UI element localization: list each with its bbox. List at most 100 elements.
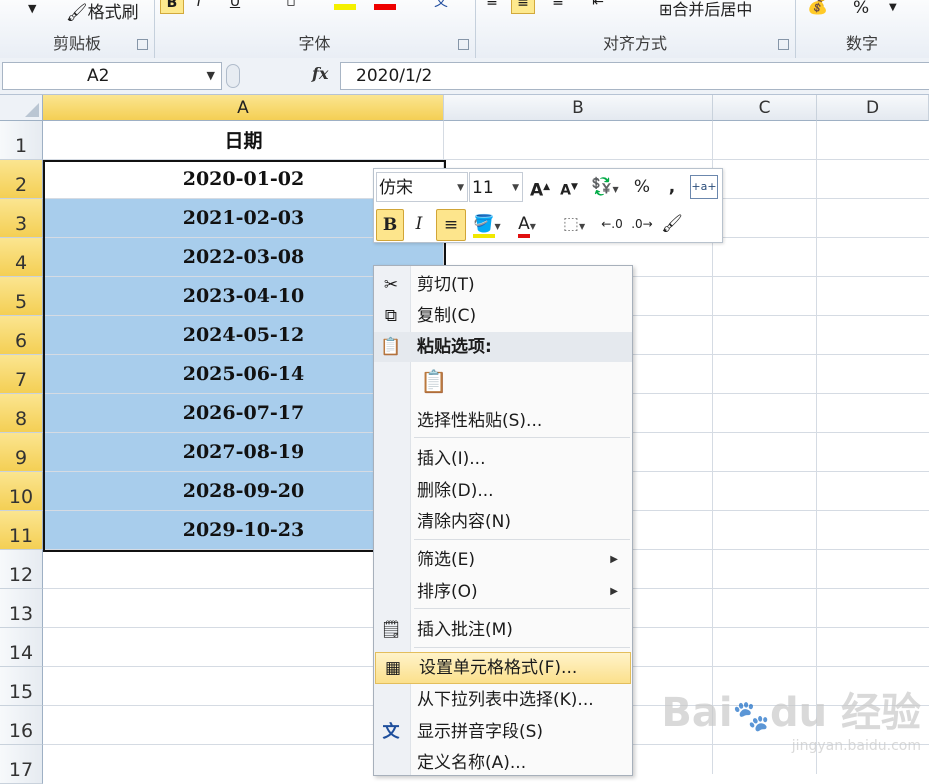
menu-item-insert[interactable]: 插入(I)...	[374, 444, 632, 474]
alignment-launcher-icon[interactable]	[778, 39, 789, 50]
row-number: 9	[14, 447, 28, 469]
row-number: 8	[14, 408, 28, 430]
comma-style-button[interactable]: ,	[664, 172, 680, 202]
row-number: 13	[8, 603, 34, 625]
merge-center-icon[interactable]: +a+	[690, 175, 718, 199]
mini-font-name: 仿宋	[379, 178, 413, 198]
row-header[interactable]: 3	[0, 199, 43, 238]
percent-button[interactable]: %	[632, 172, 652, 202]
row-header[interactable]: 1	[0, 121, 43, 160]
clipboard-icon: 📋	[380, 337, 402, 357]
alignment-group: ≡ ≡ ≡ ⇤ ⊞合并后居中 对齐方式	[475, 0, 796, 58]
formula-input[interactable]: 2020/1/2	[340, 62, 929, 90]
row-header[interactable]: 6	[0, 316, 43, 355]
column-header-a[interactable]: A	[43, 95, 444, 121]
format-painter-button[interactable]: 🖌格式刷	[66, 0, 139, 23]
cell-a1-header[interactable]: 日期	[44, 122, 443, 160]
row-header[interactable]: 12	[0, 550, 43, 589]
phonetic-wen-icon: 文	[382, 722, 400, 742]
format-painter-icon[interactable]: 🖌	[660, 209, 684, 239]
select-all-button[interactable]	[0, 95, 43, 121]
submenu-arrow-icon: ▶	[610, 554, 618, 565]
font-group: B I U ▫ 文 字体	[154, 0, 476, 58]
column-header-d[interactable]: D	[817, 95, 929, 121]
number-format-dropdown-icon[interactable]: ▼	[889, 2, 897, 13]
row-header[interactable]: 17	[0, 745, 43, 784]
context-menu: ✂ 剪切(T) ⧉ 复制(C) 📋 粘贴选项: 📋 选择性粘贴(S)... 插入…	[373, 265, 633, 776]
mini-font-name-box[interactable]: 仿宋 ▼	[376, 172, 468, 202]
menu-item-clear-contents[interactable]: 清除内容(N)	[374, 507, 632, 537]
row-header[interactable]: 8	[0, 394, 43, 433]
merge-icon: ⊞	[659, 0, 673, 19]
decrease-decimal-icon[interactable]: .0→	[630, 209, 654, 239]
bold-button[interactable]: B	[160, 0, 184, 14]
menu-item-insert-comment[interactable]: 🗒 插入批注(M)	[374, 615, 632, 645]
font-color-icon[interactable]	[374, 4, 396, 10]
row-header[interactable]: 5	[0, 277, 43, 316]
paste-option-button[interactable]: 📋	[374, 366, 632, 402]
underline-button[interactable]: U	[224, 0, 246, 12]
chevron-down-icon[interactable]: ▼	[457, 173, 464, 203]
merge-center-button[interactable]: ⊞合并后居中	[659, 0, 752, 20]
chevron-down-icon[interactable]: ▼	[512, 173, 519, 203]
row-number: 4	[14, 252, 28, 274]
align-right-icon[interactable]: ≡	[547, 0, 569, 12]
menu-item-pick-from-list[interactable]: 从下拉列表中选择(K)...	[374, 685, 632, 715]
accounting-format-icon[interactable]: 💱▼	[588, 172, 622, 202]
percent-style-button[interactable]: %	[853, 0, 869, 18]
row-number: 11	[8, 525, 34, 547]
indent-icon[interactable]: ⇤	[587, 0, 609, 12]
mini-center-align-icon[interactable]: ≡	[436, 209, 466, 241]
row-header[interactable]: 16	[0, 706, 43, 745]
menu-item-filter[interactable]: 筛选(E) ▶	[374, 545, 632, 575]
menu-item-format-cells[interactable]: ▦ 设置单元格格式(F)...	[375, 652, 631, 684]
row-header[interactable]: 15	[0, 667, 43, 706]
mini-italic-button[interactable]: I	[408, 209, 430, 239]
row-header[interactable]: 10	[0, 472, 43, 511]
menu-item-paste-special[interactable]: 选择性粘贴(S)...	[374, 406, 632, 436]
align-left-icon[interactable]: ≡	[481, 0, 503, 12]
scissors-icon: ✂	[383, 275, 399, 295]
increase-decimal-icon[interactable]: ←.0	[600, 209, 624, 239]
column-header-c[interactable]: C	[713, 95, 817, 121]
phonetic-icon[interactable]: 文	[430, 0, 452, 12]
clipboard-group: ▼ 🖌格式刷 剪贴板	[0, 0, 155, 58]
fill-color-bucket-icon[interactable]: 🪣▼	[470, 209, 504, 239]
submenu-arrow-icon: ▶	[610, 586, 618, 597]
row-header[interactable]: 2	[0, 160, 43, 199]
accounting-format-icon[interactable]: 💰	[807, 0, 828, 16]
italic-button[interactable]: I	[188, 0, 210, 12]
clipboard-launcher-icon[interactable]	[137, 39, 148, 50]
menu-separator	[414, 608, 630, 609]
grow-font-icon[interactable]: A▲	[529, 172, 551, 202]
row-header[interactable]: 11	[0, 511, 43, 550]
align-center-icon[interactable]: ≡	[511, 0, 535, 14]
menu-item-show-phonetic[interactable]: 文 显示拼音字段(S)	[374, 717, 632, 747]
row-header[interactable]: 4	[0, 238, 43, 277]
name-box-dropdown-icon[interactable]: ▼	[207, 63, 215, 89]
formula-bar-splitter[interactable]	[226, 64, 240, 88]
menu-item-copy[interactable]: ⧉ 复制(C)	[374, 301, 632, 331]
mini-toolbar: 仿宋 ▼ 11 ▼ A▲ A▼ 💱▼ % , +a+ B I ≡ 🪣▼ A▼ ⬚…	[373, 168, 723, 243]
paste-dropdown-arrow[interactable]: ▼	[28, 2, 36, 15]
border-icon[interactable]: ▫	[280, 0, 302, 12]
menu-item-sort[interactable]: 排序(O) ▶	[374, 577, 632, 607]
font-launcher-icon[interactable]	[458, 39, 469, 50]
mini-font-size-box[interactable]: 11 ▼	[469, 172, 523, 202]
row-header[interactable]: 14	[0, 628, 43, 667]
menu-item-delete[interactable]: 删除(D)...	[374, 476, 632, 506]
row-header[interactable]: 7	[0, 355, 43, 394]
row-header[interactable]: 13	[0, 589, 43, 628]
row-number: 17	[8, 759, 34, 781]
shrink-font-icon[interactable]: A▼	[558, 172, 580, 202]
row-header[interactable]: 9	[0, 433, 43, 472]
column-header-b[interactable]: B	[444, 95, 713, 121]
mini-bold-button[interactable]: B	[376, 209, 404, 241]
font-color-icon[interactable]: A▼	[510, 209, 544, 239]
insert-function-icon[interactable]: fx	[312, 64, 328, 83]
name-box[interactable]: A2 ▼	[2, 62, 222, 90]
fill-color-icon[interactable]	[334, 4, 356, 10]
menu-item-cut[interactable]: ✂ 剪切(T)	[374, 270, 632, 300]
borders-icon[interactable]: ⬚▼	[556, 209, 592, 239]
row-number: 6	[14, 330, 28, 352]
